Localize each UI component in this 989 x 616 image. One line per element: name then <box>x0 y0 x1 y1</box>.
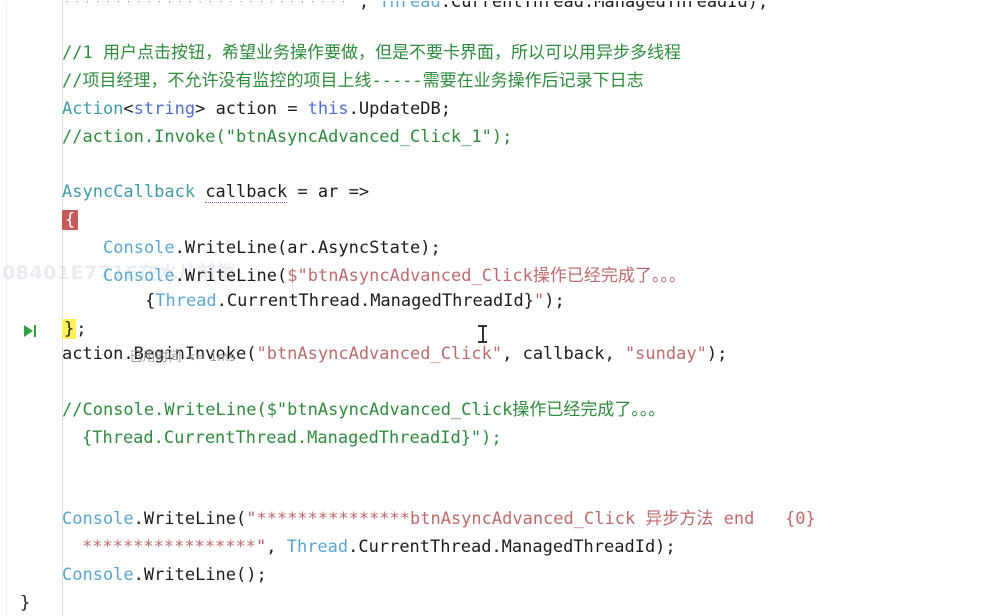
code-token-class: Console <box>103 238 175 258</box>
code-token-plain: ; <box>76 319 87 339</box>
code-editor-surface[interactable]: 08401E771E在水从前端 ************************… <box>0 0 989 616</box>
code-line[interactable]: *****************", Thread.CurrentThread… <box>82 533 676 561</box>
code-token-comment: //项目经理，不允许没有监控的项目上线-----需要在业务操作后记录下日志 <box>62 71 644 91</box>
code-token-plain: , <box>358 0 380 12</box>
code-token-plain: .WriteLine(ar.AsyncState); <box>174 238 441 258</box>
code-token-string: "sunday" <box>624 344 707 364</box>
code-token-keyword: string <box>133 99 196 119</box>
code-token-plain: = ar => <box>287 182 370 202</box>
code-line[interactable]: Console.WriteLine($"btnAsyncAdvanced_Cli… <box>103 262 686 290</box>
code-token-string: $"btnAsyncAdvanced_Click操作已经完成了。。。 <box>287 266 686 286</box>
code-line[interactable]: //action.Invoke("btnAsyncAdvanced_Click_… <box>62 123 512 151</box>
code-token-plain: .CurrentThread.ManagedThreadId} <box>216 291 534 311</box>
code-token-class: Thread <box>286 537 349 557</box>
code-token-keyword: this <box>307 99 349 119</box>
code-line[interactable]: ****************************", Thread.Cu… <box>62 0 768 16</box>
code-line[interactable]: }; <box>62 315 87 343</box>
code-line[interactable]: Action<string> action = this.UpdateDB; <box>62 95 451 123</box>
code-token-comment: //1 用户点击按钮，希望业务操作要做，但是不要卡界面，所以可以用异步多线程 <box>62 43 681 63</box>
code-token-plain: < <box>123 99 134 119</box>
code-token-string: "btnAsyncAdvanced_Click" <box>256 344 503 364</box>
code-content[interactable]: ****************************", Thread.Cu… <box>0 0 989 616</box>
code-token-type: Action <box>62 99 124 119</box>
code-token-plain: .WriteLine( <box>133 509 247 529</box>
code-token-class: Thread <box>155 291 217 311</box>
top-clip-mask <box>0 0 989 1</box>
perftip-elapsed-time: 已用时间 <= 1ms <box>113 315 236 400</box>
code-line[interactable]: Console.WriteLine(ar.AsyncState); <box>103 234 441 262</box>
code-token-string: *****************" <box>82 537 267 557</box>
code-token-plain: , callback, <box>502 344 625 364</box>
code-token-comment: //action.Invoke("btnAsyncAdvanced_Click_… <box>62 127 513 147</box>
perftip-value: <= 1ms <box>185 350 236 364</box>
code-line[interactable]: //1 用户点击按钮，希望业务操作要做，但是不要卡界面，所以可以用异步多线程 <box>62 39 681 67</box>
code-token-plain: .WriteLine(); <box>133 565 267 585</box>
brace-match-highlight: } <box>62 319 77 339</box>
code-line[interactable]: {Thread.CurrentThread.ManagedThreadId}")… <box>145 287 565 315</box>
code-token-class: Console <box>62 509 134 529</box>
brace-error-highlight: { <box>62 210 79 230</box>
code-token-plain: } <box>20 593 31 613</box>
code-token-type: AsyncCallback <box>62 182 196 202</box>
code-line[interactable]: {Thread.CurrentThread.ManagedThreadId}")… <box>82 424 502 452</box>
code-line[interactable]: { <box>62 206 79 234</box>
code-token-plain: .WriteLine( <box>174 266 288 286</box>
code-token-plain: .CurrentThread.ManagedThreadId); <box>348 537 676 557</box>
code-token-string: ****************************" <box>62 0 359 12</box>
code-token-class: Console <box>62 565 134 585</box>
code-token-plain: ); <box>544 291 565 311</box>
code-token-string: "***************btnAsyncAdvanced_Click 异… <box>246 509 816 529</box>
code-token-comment: //Console.WriteLine($"btnAsyncAdvanced_C… <box>62 400 666 420</box>
code-token-class: Thread <box>379 0 441 12</box>
quick-action-identifier: callback <box>205 182 288 203</box>
code-token-plain: { <box>145 291 156 311</box>
code-token-plain: ); <box>706 344 728 364</box>
code-token-plain: .CurrentThread.ManagedThreadId); <box>440 0 769 12</box>
code-line[interactable]: //Console.WriteLine($"btnAsyncAdvanced_C… <box>62 396 665 424</box>
code-line[interactable]: Console.WriteLine("***************btnAsy… <box>62 505 816 533</box>
code-token-comment: {Thread.CurrentThread.ManagedThreadId}")… <box>82 428 502 448</box>
code-line[interactable]: AsyncCallback callback = ar => <box>62 178 369 206</box>
code-token-class: Console <box>103 266 175 286</box>
code-line[interactable]: Console.WriteLine(); <box>62 561 267 589</box>
run-to-cursor-arrow-icon[interactable] <box>24 321 46 341</box>
code-line[interactable]: //项目经理，不允许没有监控的项目上线-----需要在业务操作后记录下日志 <box>62 67 644 95</box>
code-token-plain: > action = <box>195 99 308 119</box>
code-line[interactable]: } <box>20 589 30 616</box>
code-token-string: " <box>533 291 545 311</box>
code-token-plain: .UpdateDB; <box>348 99 451 119</box>
perftip-label: 已用时间 <box>129 350 182 365</box>
code-token-plain: , <box>266 537 287 557</box>
